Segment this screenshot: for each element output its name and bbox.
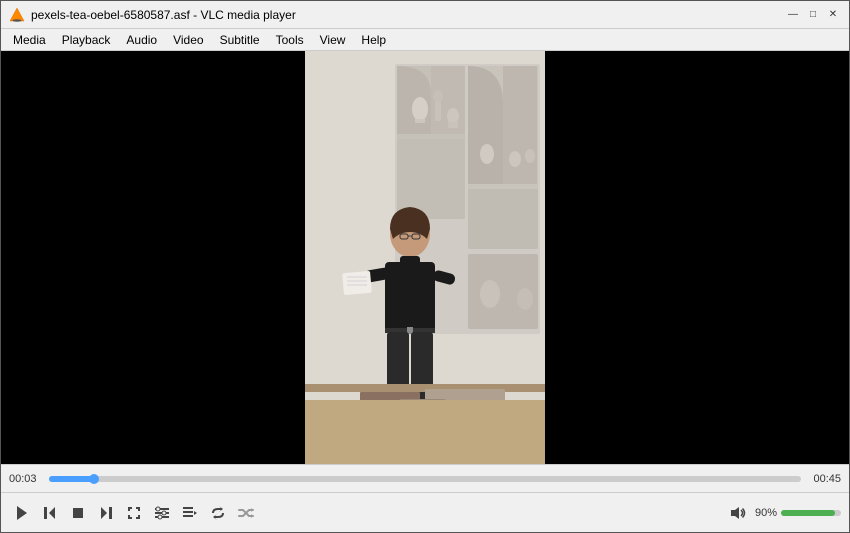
mute-button[interactable] [725,500,751,526]
total-time: 00:45 [809,473,841,485]
video-content [305,51,545,464]
loop-button[interactable] [205,500,231,526]
menu-subtitle[interactable]: Subtitle [212,31,268,49]
minimize-button[interactable]: — [785,7,801,23]
random-button[interactable] [233,500,259,526]
volume-area: 90% [725,500,841,526]
play-icon [14,505,30,521]
menu-video[interactable]: Video [165,31,211,49]
menu-tools[interactable]: Tools [268,31,312,49]
previous-button[interactable] [37,500,63,526]
stop-icon [70,505,86,521]
next-button[interactable] [93,500,119,526]
video-area [1,51,849,464]
vlc-icon [9,7,25,23]
volume-slider[interactable] [781,510,841,516]
close-button[interactable]: ✕ [825,7,841,23]
volume-label: 90% [755,507,777,519]
window-title: pexels-tea-oebel-6580587.asf - VLC media… [31,8,785,22]
menu-audio[interactable]: Audio [118,31,165,49]
random-icon [238,505,254,521]
menu-media[interactable]: Media [5,31,54,49]
shelf-svg [305,51,545,464]
menu-help[interactable]: Help [353,31,394,49]
volume-icon [730,505,746,521]
menu-view[interactable]: View [312,31,354,49]
window-controls: — □ ✕ [785,7,841,23]
previous-icon [42,505,58,521]
loop-icon [210,505,226,521]
playlist-icon [182,505,198,521]
fullscreen-icon [126,505,142,521]
fullscreen-button[interactable] [121,500,147,526]
play-button[interactable] [9,500,35,526]
volume-fill [781,510,835,516]
menu-playback[interactable]: Playback [54,31,119,49]
controls-bar: 00:03 00:45 [1,464,849,492]
extended-settings-button[interactable] [149,500,175,526]
progress-thumb [89,474,99,484]
extended-settings-icon [154,505,170,521]
playlist-button[interactable] [177,500,203,526]
progress-bar[interactable] [49,476,801,482]
menu-bar: Media Playback Audio Video Subtitle Tool… [1,29,849,51]
maximize-button[interactable]: □ [805,7,821,23]
title-bar: pexels-tea-oebel-6580587.asf - VLC media… [1,1,849,29]
current-time: 00:03 [9,473,41,485]
bottom-controls: 90% [1,492,849,532]
next-icon [98,505,114,521]
progress-fill [49,476,94,482]
stop-button[interactable] [65,500,91,526]
